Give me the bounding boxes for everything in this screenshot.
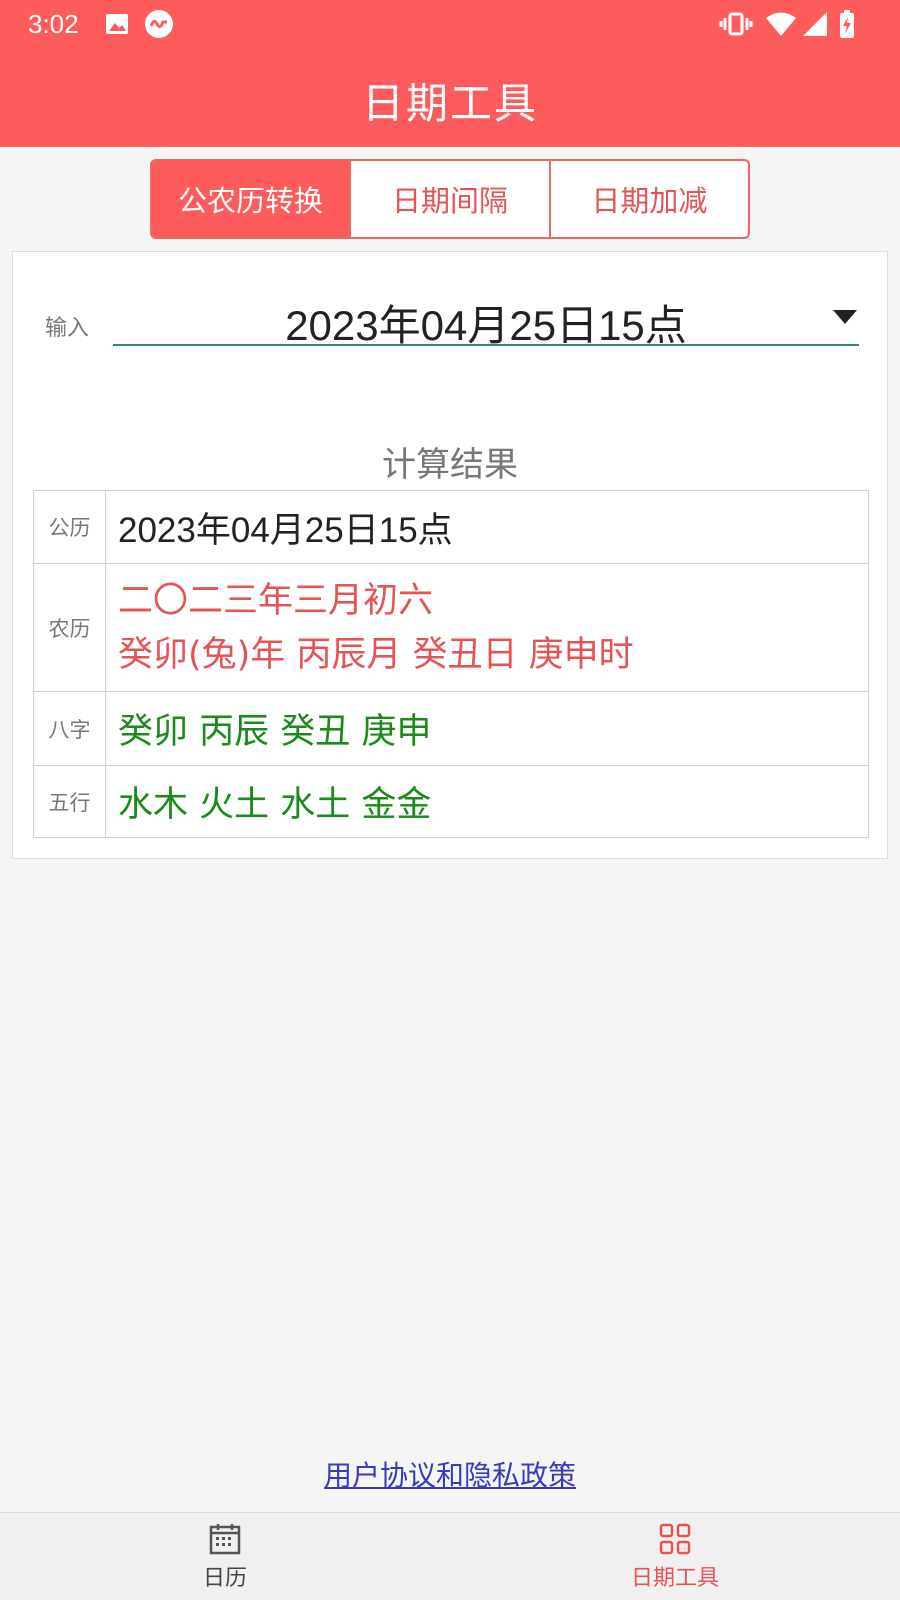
bazi-text: 癸卯 丙辰 癸丑 庚申 (118, 712, 432, 752)
row-value-wuxing: 水木 火土 水土 金金 (106, 766, 868, 837)
app-bar: 3:02 日期工具 (0, 0, 900, 147)
gregorian-date-text: 2023年04月25日15点 (118, 510, 453, 550)
wuxing-text: 水木 火土 水土 金金 (118, 785, 432, 825)
row-label-gregorian: 公历 (34, 491, 106, 563)
privacy-policy-link[interactable]: 用户协议和隐私政策 (0, 1454, 900, 1494)
signal-icon (802, 10, 828, 38)
wifi-icon (764, 10, 798, 38)
image-icon (104, 10, 130, 38)
nav-label-date-tools: 日期工具 (630, 1565, 719, 1591)
lunar-ganzhi-text: 癸卯(兔)年 丙辰月 癸丑日 庚申时 (118, 634, 634, 675)
input-label: 输入 (45, 316, 90, 341)
grid-icon (659, 1523, 691, 1554)
table-row: 公历 2023年04月25日15点 (34, 491, 868, 563)
status-bar: 3:02 (0, 0, 900, 50)
bottom-nav: 日历 日期工具 (0, 1512, 900, 1600)
tab-date-interval[interactable]: 日期间隔 (349, 161, 548, 237)
dropdown-arrow-icon[interactable] (833, 310, 857, 324)
result-table: 公历 2023年04月25日15点 农历 二〇二三年三月初六 癸卯(兔)年 丙辰… (33, 490, 869, 838)
table-row: 农历 二〇二三年三月初六 癸卯(兔)年 丙辰月 癸丑日 庚申时 (34, 563, 868, 691)
row-value-gregorian: 2023年04月25日15点 (106, 491, 868, 563)
row-value-bazi: 癸卯 丙辰 癸丑 庚申 (106, 692, 868, 765)
battery-charging-icon (838, 10, 856, 38)
row-value-lunar: 二〇二三年三月初六 癸卯(兔)年 丙辰月 癸丑日 庚申时 (106, 564, 868, 691)
lunar-date-text: 二〇二三年三月初六 (118, 580, 434, 621)
result-title: 计算结果 (382, 445, 518, 485)
table-row: 八字 癸卯 丙辰 癸丑 庚申 (34, 691, 868, 765)
tab-date-add-subtract[interactable]: 日期加减 (548, 161, 748, 237)
app-notification-icon (144, 10, 174, 38)
row-label-bazi: 八字 (34, 692, 106, 765)
nav-label-calendar: 日历 (202, 1565, 247, 1591)
calendar-icon (209, 1523, 241, 1554)
mode-tabs: 公农历转换 日期间隔 日期加减 (150, 159, 750, 239)
date-input-dropdown[interactable]: 2023年04月25日15点 (113, 286, 859, 349)
converter-card: 输入 2023年04月25日15点 计算结果 公历 2023年04月25日15点… (12, 251, 888, 859)
vibrate-icon (719, 10, 753, 38)
table-row: 五行 水木 火土 水土 金金 (34, 765, 868, 837)
date-input-value: 2023年04月25日15点 (285, 302, 687, 349)
nav-item-date-tools[interactable]: 日期工具 (450, 1513, 900, 1600)
nav-item-calendar[interactable]: 日历 (0, 1513, 450, 1600)
row-label-wuxing: 五行 (34, 766, 106, 837)
row-label-lunar: 农历 (34, 564, 106, 691)
tab-solar-lunar-convert[interactable]: 公农历转换 (152, 161, 350, 237)
page-title: 日期工具 (361, 79, 538, 128)
status-time: 3:02 (28, 9, 79, 39)
